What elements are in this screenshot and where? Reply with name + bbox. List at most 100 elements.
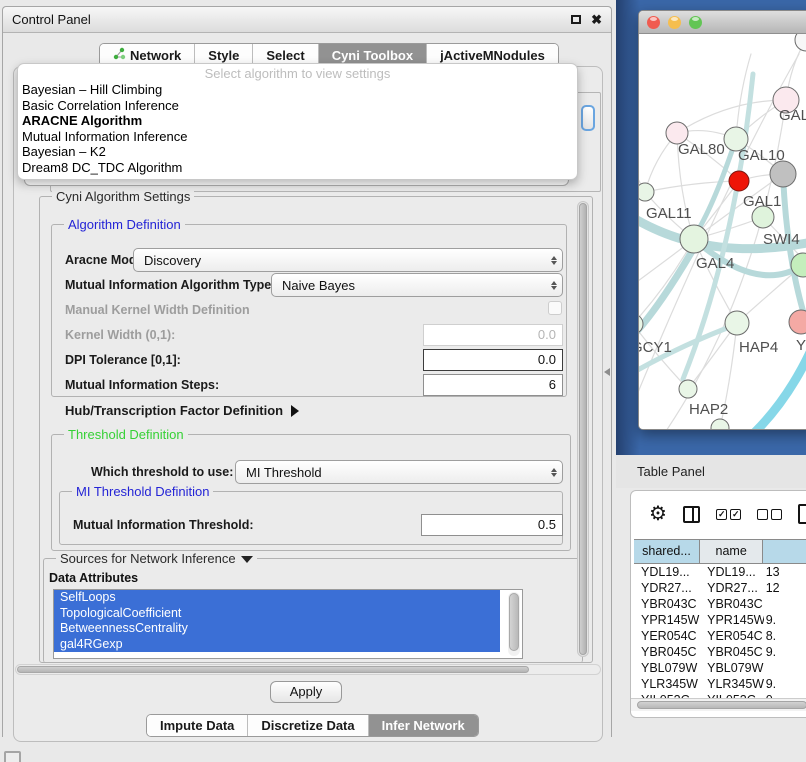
table-horizontal-scrollbar[interactable] bbox=[631, 698, 806, 711]
select-all-checkboxes-icon[interactable]: ✓ ✓ bbox=[716, 509, 741, 520]
algorithm-option[interactable]: Bayesian – K2 bbox=[18, 144, 577, 160]
algorithm-option[interactable]: ARACNE Algorithm bbox=[18, 113, 577, 129]
mac-minimize-button[interactable] bbox=[668, 16, 681, 29]
settings-hscroll-thumb[interactable] bbox=[17, 666, 529, 673]
network-window-titlebar bbox=[639, 11, 806, 34]
algorithm-option[interactable]: Dream8 DC_TDC Algorithm bbox=[18, 160, 577, 176]
which-threshold-label: Which threshold to use: bbox=[91, 465, 233, 479]
column-header-name[interactable]: name bbox=[700, 540, 763, 563]
network-node-label: GAL bbox=[779, 107, 806, 124]
network-edge[interactable] bbox=[645, 181, 739, 192]
table-panel-title: Table Panel bbox=[637, 464, 705, 479]
tab-impute-data-label: Impute Data bbox=[160, 718, 234, 733]
column-header-partial[interactable] bbox=[763, 540, 806, 563]
table-row[interactable]: YBR045CYBR045C9. bbox=[634, 644, 806, 660]
which-threshold-select[interactable]: MI Threshold bbox=[235, 460, 563, 484]
network-node[interactable] bbox=[729, 171, 749, 191]
docked-panel-button[interactable] bbox=[4, 751, 21, 762]
table-row[interactable]: YDL19...YDL19...13 bbox=[634, 564, 806, 580]
kernel-width-label: Kernel Width (0,1): bbox=[65, 328, 175, 342]
mi-type-select[interactable]: Naive Bayes bbox=[271, 273, 563, 297]
algorithm-combo-stepper[interactable] bbox=[581, 105, 595, 131]
network-node[interactable] bbox=[770, 161, 796, 187]
network-node[interactable] bbox=[639, 183, 654, 201]
attributes-scrollbar[interactable] bbox=[508, 592, 520, 656]
cyni-bottom-tabbar: Impute Data Discretize Data Infer Networ… bbox=[146, 714, 479, 737]
deselect-all-checkboxes-icon[interactable] bbox=[757, 509, 782, 520]
algorithm-option[interactable]: Mutual Information Inference bbox=[18, 129, 577, 145]
network-node[interactable] bbox=[725, 311, 749, 335]
dpi-tolerance-field[interactable]: 0.0 bbox=[423, 349, 563, 371]
table-cell bbox=[764, 596, 806, 612]
settings-horizontal-scrollbar[interactable] bbox=[15, 664, 601, 675]
table-row[interactable]: YDR27...YDR27...12 bbox=[634, 580, 806, 596]
table-cell: YDR27... bbox=[634, 580, 700, 596]
data-attribute-item[interactable]: SelfLoops bbox=[54, 590, 500, 606]
mac-close-button[interactable] bbox=[647, 16, 660, 29]
network-tab-icon bbox=[113, 47, 126, 63]
stepper-arrows-icon bbox=[551, 249, 557, 271]
network-node[interactable] bbox=[795, 34, 806, 51]
float-window-icon[interactable] bbox=[571, 15, 581, 24]
gear-icon[interactable]: ⚙ bbox=[649, 504, 667, 524]
network-edge[interactable] bbox=[639, 246, 695, 342]
hub-definition-label: Hub/Transcription Factor Definition bbox=[65, 403, 283, 418]
manual-kernel-checkbox[interactable] bbox=[548, 301, 562, 315]
settings-vscroll-thumb[interactable] bbox=[579, 203, 587, 655]
network-node[interactable] bbox=[679, 380, 697, 398]
splitter-collapse-arrow[interactable] bbox=[604, 368, 610, 376]
sources-title[interactable]: Sources for Network Inference bbox=[56, 551, 257, 566]
data-attribute-item[interactable]: BetweennessCentrality bbox=[54, 621, 500, 637]
data-attributes-list[interactable]: SelfLoopsTopologicalCoefficientBetweenne… bbox=[53, 589, 523, 659]
table-cell: 8. bbox=[764, 628, 806, 644]
mi-type-label: Mutual Information Algorithm Type: bbox=[65, 278, 275, 292]
mi-threshold-field[interactable]: 0.5 bbox=[421, 514, 563, 536]
network-view-window[interactable]: GALGAL80GAL10GAL1GAL11SWI4GAL4GCY1HAP4YH… bbox=[638, 10, 806, 430]
network-node[interactable] bbox=[711, 419, 729, 430]
settings-vertical-scrollbar[interactable] bbox=[577, 201, 589, 657]
network-node[interactable] bbox=[680, 225, 708, 253]
table-toolbar: ⚙ ✓ ✓ bbox=[631, 491, 806, 537]
unchecked-box-icon bbox=[757, 509, 768, 520]
split-columns-icon[interactable] bbox=[683, 506, 700, 523]
node-table: shared... name YDL19...YDL19...13YDR27..… bbox=[634, 539, 806, 708]
algorithm-dropdown-list: Bayesian – Hill ClimbingBasic Correlatio… bbox=[18, 82, 577, 175]
network-graph-view[interactable]: GALGAL80GAL10GAL1GAL11SWI4GAL4GCY1HAP4YH… bbox=[639, 34, 806, 430]
network-node-label: HAP2 bbox=[689, 401, 728, 418]
mi-steps-label: Mutual Information Steps: bbox=[65, 378, 219, 392]
data-attribute-item[interactable]: TopologicalCoefficient bbox=[54, 606, 500, 622]
table-row[interactable]: YPR145WYPR145W9. bbox=[634, 612, 806, 628]
kernel-width-field[interactable]: 0.0 bbox=[423, 324, 563, 346]
algorithm-option[interactable]: Bayesian – Hill Climbing bbox=[18, 82, 577, 98]
column-header-shared[interactable]: shared... bbox=[634, 540, 700, 563]
network-node-label: GAL11 bbox=[646, 205, 692, 222]
mi-steps-field[interactable]: 6 bbox=[423, 374, 563, 396]
tab-discretize-data[interactable]: Discretize Data bbox=[247, 715, 367, 736]
tab-discretize-data-label: Discretize Data bbox=[261, 718, 354, 733]
table-row[interactable]: YER054CYER054C8. bbox=[634, 628, 806, 644]
algorithm-option[interactable]: Basic Correlation Inference bbox=[18, 98, 577, 114]
table-hscroll-thumb[interactable] bbox=[637, 701, 806, 709]
table-row[interactable]: YBL079WYBL079W bbox=[634, 660, 806, 676]
attributes-scrollbar-thumb[interactable] bbox=[509, 593, 519, 651]
tab-jactivemnodules-label: jActiveMNodules bbox=[440, 48, 545, 63]
export-table-icon[interactable] bbox=[798, 504, 806, 524]
table-row[interactable]: YBR043CYBR043C bbox=[634, 596, 806, 612]
apply-button[interactable]: Apply bbox=[270, 681, 342, 703]
control-panel-title: Control Panel bbox=[12, 12, 91, 27]
close-icon[interactable]: ✖ bbox=[591, 13, 602, 26]
mac-zoom-button[interactable] bbox=[689, 16, 702, 29]
mi-threshold-label: Mutual Information Threshold: bbox=[73, 518, 254, 532]
table-cell: YBR043C bbox=[634, 596, 700, 612]
tab-style-label: Style bbox=[208, 48, 239, 63]
hub-definition-toggle[interactable]: Hub/Transcription Factor Definition bbox=[65, 403, 299, 418]
tab-infer-network[interactable]: Infer Network bbox=[368, 715, 478, 736]
data-attribute-item[interactable]: gal4RGexp bbox=[54, 637, 500, 653]
tab-impute-data[interactable]: Impute Data bbox=[147, 715, 247, 736]
aracne-mode-select[interactable]: Discovery bbox=[133, 248, 563, 272]
data-attributes-items: SelfLoopsTopologicalCoefficientBetweenne… bbox=[54, 590, 522, 652]
network-node[interactable] bbox=[789, 310, 806, 334]
table-cell: 9. bbox=[764, 676, 806, 692]
tab-select-label: Select bbox=[266, 48, 304, 63]
table-row[interactable]: YLR345WYLR345W9. bbox=[634, 676, 806, 692]
